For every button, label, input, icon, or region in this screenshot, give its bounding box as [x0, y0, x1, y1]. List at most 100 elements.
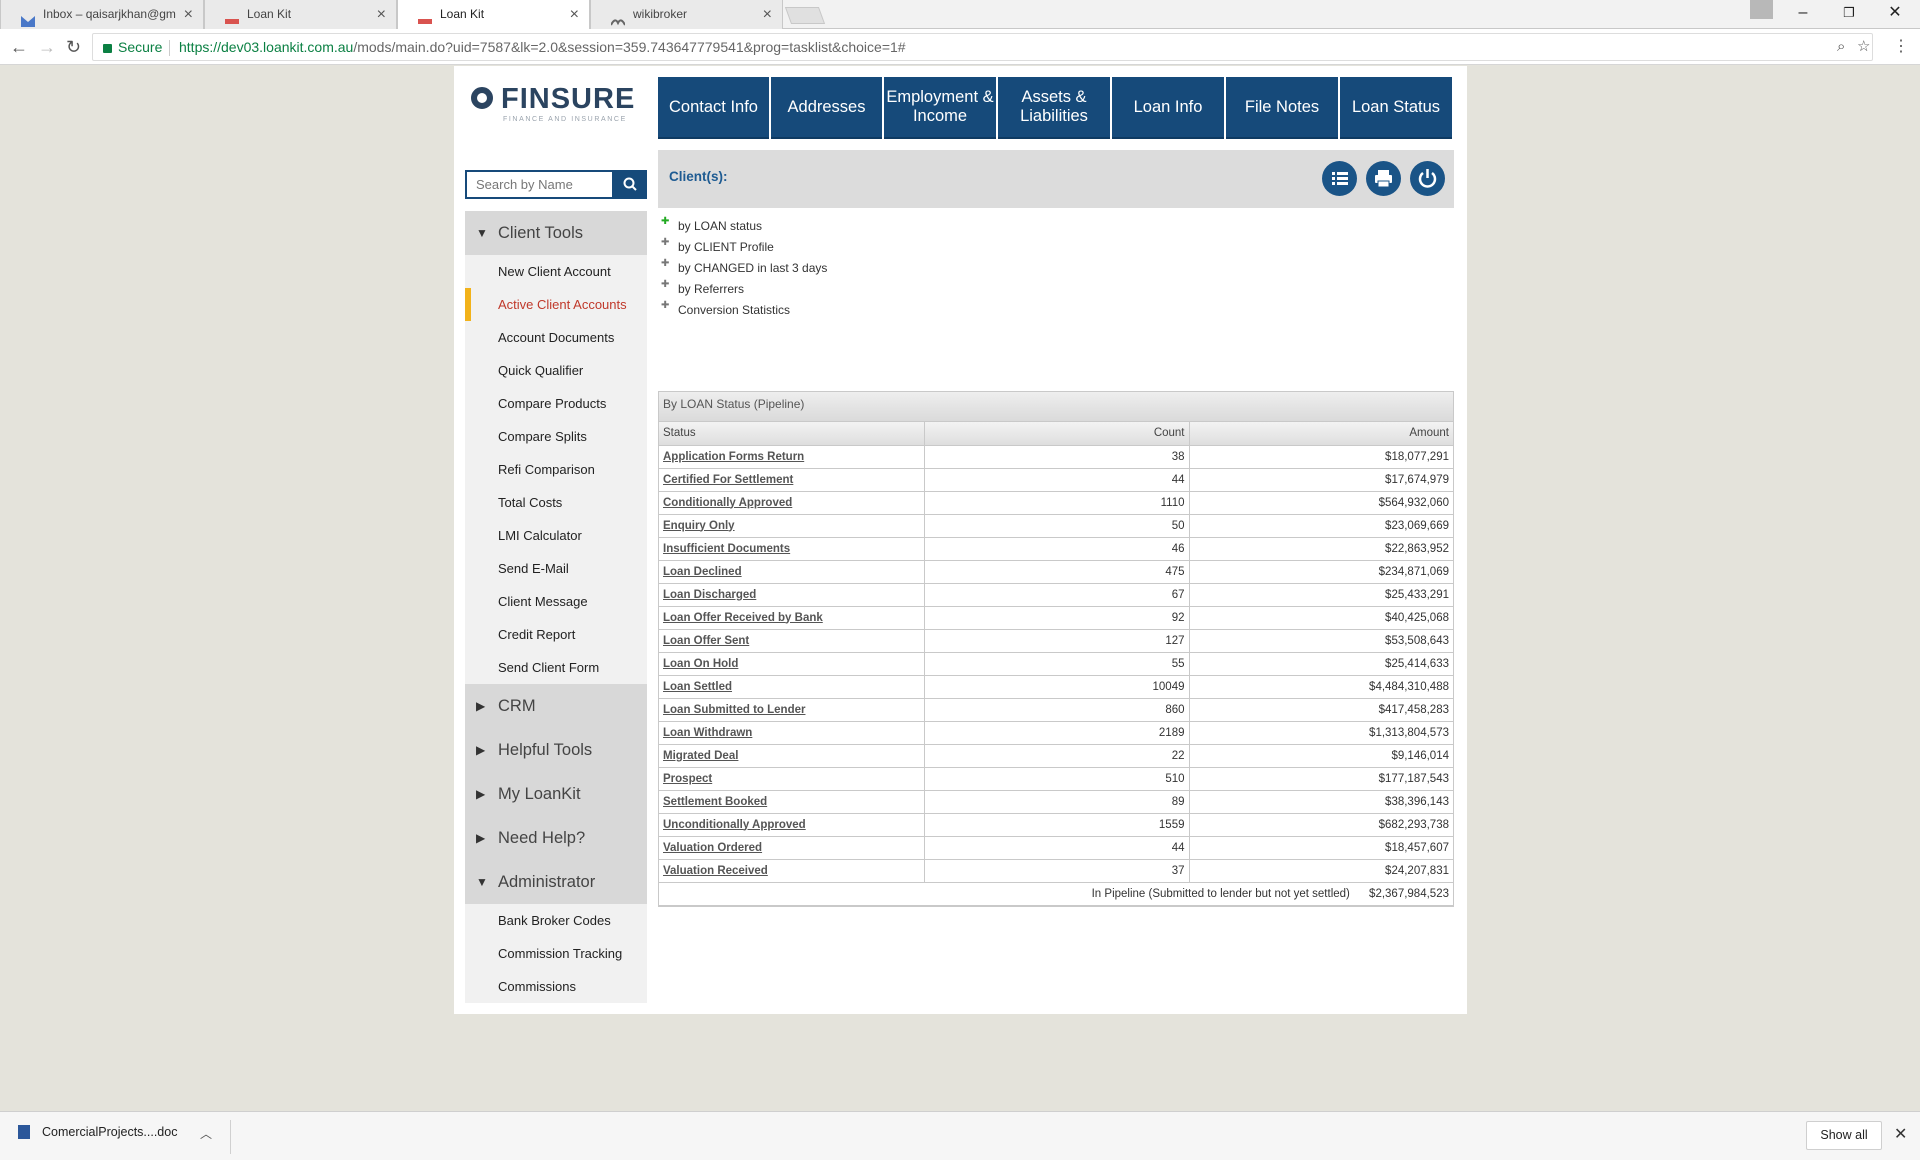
status-link[interactable]: Settlement Booked	[663, 796, 767, 808]
sidebar-item-compare-products[interactable]: Compare Products	[465, 387, 647, 420]
reload-icon[interactable]: ↻	[66, 37, 81, 57]
close-icon[interactable]: ✕	[1894, 1124, 1907, 1144]
sidebar-item-active-client-accounts[interactable]: Active Client Accounts	[465, 288, 647, 321]
finsure-logo[interactable]: FINSURE FINANCE AND INSURANCE	[471, 83, 636, 123]
close-icon[interactable]: ×	[763, 0, 772, 29]
search-input[interactable]	[465, 170, 614, 199]
column-header-count: Count	[924, 422, 1190, 446]
show-all-button[interactable]: Show all	[1806, 1121, 1882, 1150]
filter-by-loan-status[interactable]: ✚ by LOAN status	[658, 214, 1058, 235]
status-link[interactable]: Conditionally Approved	[663, 497, 792, 509]
tab-addresses[interactable]: Addresses	[771, 77, 882, 139]
count-cell: 475	[924, 560, 1190, 584]
download-item[interactable]: ComercialProjects....doc	[18, 1125, 177, 1139]
status-link[interactable]: Certified For Settlement	[663, 474, 793, 486]
sidebar-item-send-email[interactable]: Send E-Mail	[465, 552, 647, 585]
sidebar-item-credit-report[interactable]: Credit Report	[465, 618, 647, 651]
status-link[interactable]: Prospect	[663, 773, 712, 785]
status-link[interactable]: Loan Submitted to Lender	[663, 704, 805, 716]
filter-by-changed[interactable]: ✚ by CHANGED in last 3 days	[658, 256, 1058, 277]
status-link[interactable]: Loan Declined	[663, 566, 742, 578]
status-cell: Loan Discharged	[659, 583, 925, 607]
sidebar-item-send-client-form[interactable]: Send Client Form	[465, 651, 647, 684]
sidebar-section-crm[interactable]: ▶ CRM	[465, 684, 647, 728]
status-link[interactable]: Loan On Hold	[663, 658, 738, 670]
table-row: Valuation Received 37 $24,207,831	[659, 859, 1453, 883]
browser-tab-inbox[interactable]: Inbox – qaisarjkhan@gm ×	[0, 0, 204, 29]
filter-conversion-statistics[interactable]: ✚ Conversion Statistics	[658, 298, 1058, 319]
sidebar-item-account-documents[interactable]: Account Documents	[465, 321, 647, 354]
window-close-icon[interactable]: ✕	[1872, 0, 1918, 28]
sidebar-item-commission-tracking[interactable]: Commission Tracking	[465, 937, 647, 970]
triangle-right-icon: ▶	[476, 743, 486, 757]
tab-loan-info[interactable]: Loan Info	[1112, 77, 1224, 139]
count-cell: 510	[924, 767, 1190, 791]
tab-loan-status[interactable]: Loan Status	[1340, 77, 1452, 139]
close-icon[interactable]: ×	[377, 0, 386, 29]
status-link[interactable]: Loan Settled	[663, 681, 732, 693]
status-link[interactable]: Loan Discharged	[663, 589, 756, 601]
sidebar-section-administrator[interactable]: ▼ Administrator	[465, 860, 647, 904]
status-link[interactable]: Loan Offer Sent	[663, 635, 749, 647]
tab-contact-info[interactable]: Contact Info	[658, 77, 769, 139]
secure-label: Secure	[118, 39, 163, 55]
sidebar-item-client-message[interactable]: Client Message	[465, 585, 647, 618]
logout-button[interactable]	[1410, 161, 1445, 196]
address-bar[interactable]: Secure https://dev03.loankit.com.au/mods…	[92, 33, 1873, 61]
table-row: Loan Settled 10049 $4,484,310,488	[659, 675, 1453, 699]
bookmark-star-icon[interactable]: ☆	[1857, 34, 1870, 60]
sidebar-section-need-help[interactable]: ▶ Need Help?	[465, 816, 647, 860]
browser-tab-wikibroker[interactable]: wikibroker ×	[590, 0, 783, 29]
divider	[230, 1120, 231, 1154]
back-icon[interactable]: ←	[10, 37, 28, 57]
tab-file-notes[interactable]: File Notes	[1226, 77, 1338, 139]
browser-tab-loankit-1[interactable]: Loan Kit ×	[204, 0, 397, 29]
status-link[interactable]: Valuation Received	[663, 865, 768, 877]
total-amount: $2,367,984,523	[1369, 887, 1449, 900]
count-cell: 38	[924, 445, 1190, 469]
sidebar-item-total-costs[interactable]: Total Costs	[465, 486, 647, 519]
power-icon	[1418, 169, 1437, 188]
chevron-up-icon[interactable]: ︿	[200, 1125, 212, 1142]
sidebar-item-new-client-account[interactable]: New Client Account	[465, 255, 647, 288]
status-link[interactable]: Unconditionally Approved	[663, 819, 806, 831]
minimize-icon[interactable]: –	[1780, 0, 1826, 28]
status-link[interactable]: Migrated Deal	[663, 750, 738, 762]
tab-assets-liabilities[interactable]: Assets & Liabilities	[998, 77, 1110, 139]
list-view-button[interactable]	[1322, 161, 1357, 196]
search-button[interactable]	[614, 170, 647, 199]
sidebar-item-compare-splits[interactable]: Compare Splits	[465, 420, 647, 453]
expand-icon: ✚	[661, 237, 670, 248]
sidebar-section-client-tools[interactable]: ▼ Client Tools	[465, 211, 647, 255]
status-link[interactable]: Application Forms Return	[663, 451, 804, 463]
secure-indicator[interactable]: Secure	[103, 34, 162, 60]
status-link[interactable]: Valuation Ordered	[663, 842, 762, 854]
sidebar-item-quick-qualifier[interactable]: Quick Qualifier	[465, 354, 647, 387]
zoom-icon[interactable]: ⌕	[1837, 34, 1845, 60]
tab-employment-income[interactable]: Employment & Income	[884, 77, 996, 139]
status-link[interactable]: Loan Offer Received by Bank	[663, 612, 823, 624]
print-button[interactable]	[1366, 161, 1401, 196]
filter-by-referrers[interactable]: ✚ by Referrers	[658, 277, 1058, 298]
word-document-icon	[18, 1125, 30, 1139]
close-icon[interactable]: ×	[184, 0, 193, 29]
new-tab-button[interactable]	[784, 7, 826, 24]
amount-cell: $38,396,143	[1189, 790, 1453, 814]
logo-brand: FINSURE	[501, 83, 636, 115]
browser-tab-loankit-active[interactable]: Loan Kit ×	[397, 0, 590, 30]
forward-icon[interactable]: →	[38, 37, 56, 57]
sidebar-item-refi-comparison[interactable]: Refi Comparison	[465, 453, 647, 486]
profile-icon[interactable]	[1750, 0, 1773, 19]
sidebar-section-helpful-tools[interactable]: ▶ Helpful Tools	[465, 728, 647, 772]
sidebar-item-lmi-calculator[interactable]: LMI Calculator	[465, 519, 647, 552]
status-link[interactable]: Insufficient Documents	[663, 543, 790, 555]
restore-icon[interactable]: ❐	[1826, 0, 1872, 28]
status-link[interactable]: Loan Withdrawn	[663, 727, 752, 739]
sidebar-item-commissions[interactable]: Commissions	[465, 970, 647, 1003]
filter-by-client-profile[interactable]: ✚ by CLIENT Profile	[658, 235, 1058, 256]
sidebar-item-bank-broker-codes[interactable]: Bank Broker Codes	[465, 904, 647, 937]
status-link[interactable]: Enquiry Only	[663, 520, 735, 532]
close-icon[interactable]: ×	[570, 0, 579, 29]
menu-icon[interactable]: ⋮	[1893, 37, 1909, 57]
sidebar-section-my-loankit[interactable]: ▶ My LoanKit	[465, 772, 647, 816]
